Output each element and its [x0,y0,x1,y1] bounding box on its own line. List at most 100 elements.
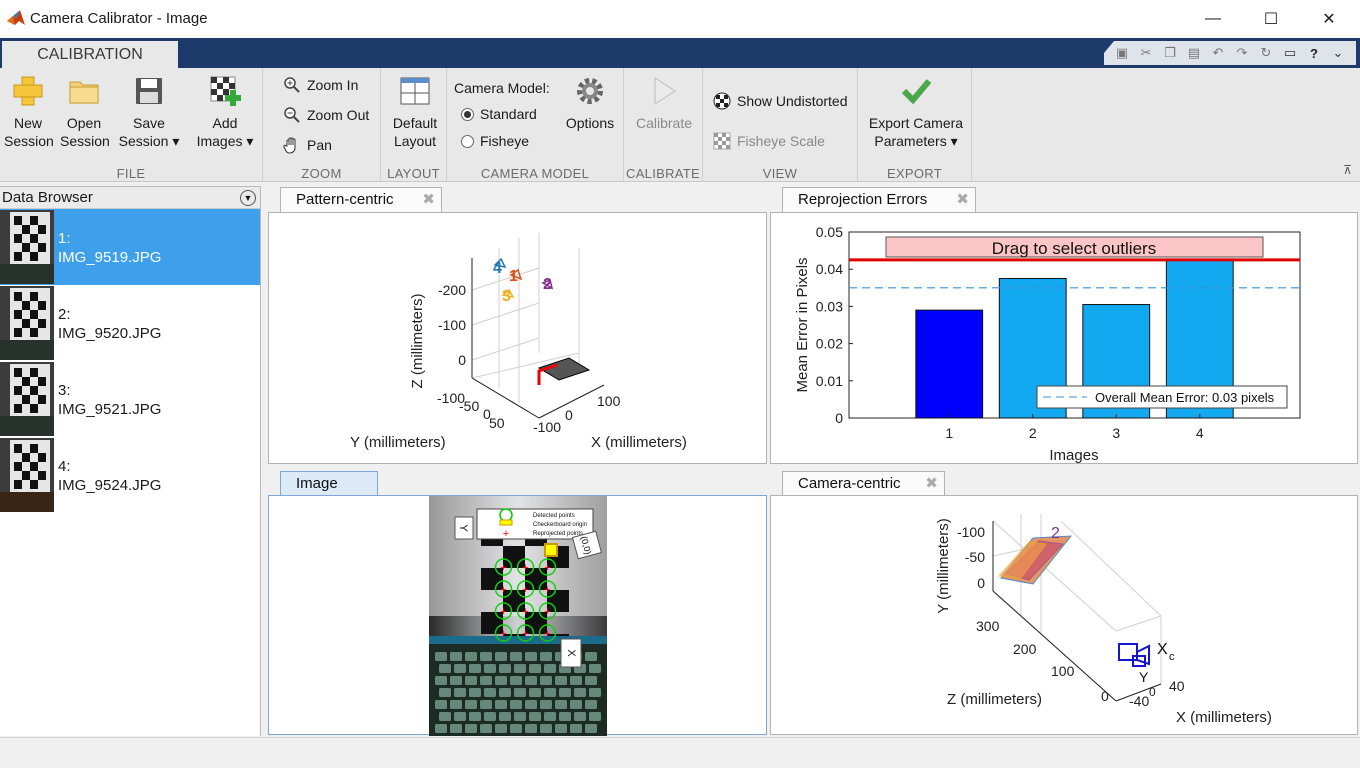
keyboard-key [585,724,597,733]
x-tick-label: 3 [1112,425,1120,441]
image-list-item[interactable]: 2: IMG_9520.JPG [0,285,260,361]
legend-origin: Checkerboard origin [533,522,587,528]
z-axis-label: Z (millimeters) [947,691,1042,708]
undo-icon[interactable]: ↶ [1206,41,1230,65]
keyboard-key [439,712,451,721]
show-undistorted-button[interactable]: Show Undistorted [713,92,848,110]
keyboard-key [514,664,526,673]
keyboard-key [435,724,447,733]
keyboard-key [435,700,447,709]
camera-frustum [1118,643,1150,667]
file-section: New Session Open Session Save Session ▾ [0,68,263,182]
redo-icon[interactable]: ↷ [1230,41,1254,65]
zoom-out-button[interactable]: Zoom Out [283,106,369,124]
fisheye-scale-button[interactable]: Fisheye Scale [713,132,825,150]
image-list-item[interactable]: 4: IMG_9524.JPG [0,437,260,513]
new-session-button[interactable]: New Session [4,74,54,150]
window-layout-icon[interactable]: ▭ [1278,41,1302,65]
image-filename: IMG_9521.JPG [58,401,162,418]
calibrate-button[interactable]: Calibrate [632,74,696,132]
reprojected-point-marker: + [500,562,506,574]
x-axis-label: Images [1049,447,1098,464]
checkmark-icon [901,79,932,105]
quick-access-toolbar: ▣ ✂ ❐ ▤ ↶ ↷ ↻ ▭ ? ⌄ [1104,41,1356,65]
reprojected-legend-marker: + [503,528,509,540]
options-button[interactable]: Options [561,74,619,132]
tab-camera-centric[interactable]: Camera-centric ✖ [782,471,945,497]
keyboard-key [585,700,597,709]
keyboard-key [559,688,571,697]
reprojected-point-marker: + [522,628,528,640]
image-list-item[interactable]: 1: IMG_9519.JPG [0,209,260,285]
keyboard-key [435,652,447,661]
copy-icon[interactable]: ❐ [1158,41,1182,65]
keyboard-key [525,724,537,733]
cut-icon[interactable]: ✂ [1134,41,1158,65]
maximize-button[interactable]: ☐ [1242,0,1300,38]
chevron-down-icon[interactable]: ▼ [240,190,256,206]
data-browser: Data Browser ▼ 1: IMG_9519.JPG 2: IMG_95… [0,186,261,736]
paste-icon[interactable]: ▤ [1182,41,1206,65]
save-icon[interactable]: ▣ [1110,41,1134,65]
keyboard-key [465,700,477,709]
close-tab-icon[interactable]: ✖ [422,188,435,212]
pattern-centric-plot[interactable]: -200 -100 0 -100 -50 0 50 100 0 -100 Z (… [269,213,768,465]
keyboard-key [465,652,477,661]
tab-calibration[interactable]: CALIBRATION [2,41,178,69]
keyboard-key [510,652,522,661]
refresh-icon[interactable]: ↻ [1254,41,1278,65]
keyboard-key [454,688,466,697]
view-section: Show Undistorted Fisheye Scale VIEW [703,68,858,182]
add-images-button[interactable]: Add Images ▾ [192,74,258,150]
collapse-ribbon-icon[interactable]: ⊼ [1343,163,1352,177]
standard-radio[interactable]: Standard [461,106,537,122]
checkerboard-origin-marker [544,543,558,557]
image-list-item[interactable]: 3: IMG_9521.JPG [0,361,260,437]
image-index: 3: [58,382,71,399]
z-tick: -100 [438,317,466,333]
image-index: 2: [58,306,71,323]
tab-pattern-centric[interactable]: Pattern-centric ✖ [280,187,442,213]
keyboard-key [480,676,492,685]
default-layout-button[interactable]: Default Layout [389,74,441,150]
chevron-down-icon[interactable]: ⌄ [1326,41,1350,65]
calibration-image-view[interactable]: + + + + + + + + + + + + + Detected points Checkerbo… [269,496,768,736]
close-tab-icon[interactable]: ✖ [956,188,969,212]
keyboard-key [495,700,507,709]
save-session-button[interactable]: Save Session ▾ [116,74,182,150]
pan-button[interactable]: Pan [283,136,332,154]
reprojected-point-marker: + [544,606,550,618]
keyboard-key [499,664,511,673]
tab-reprojection-errors[interactable]: Reprojection Errors ✖ [782,187,976,213]
fisheye-radio[interactable]: Fisheye [461,133,529,149]
reprojection-errors-chart[interactable]: 0 0.01 0.02 0.03 0.04 0.05 1 2 3 4 Drag to selec… [771,213,1359,465]
bar-image-1[interactable] [915,309,984,419]
tab-image[interactable]: Image [280,471,378,497]
y-tick-label: 0 [835,410,843,426]
play-icon [654,77,676,105]
keyboard-key [499,688,511,697]
zoom-in-button[interactable]: Zoom In [283,76,358,94]
minimize-button[interactable]: — [1184,0,1242,38]
keyboard-key [480,652,492,661]
keyboard-key [529,712,541,721]
help-icon[interactable]: ? [1302,41,1326,65]
keyboard-key [435,676,447,685]
dropdown-arrow-icon: ▾ [950,133,958,149]
image-thumbnail [0,438,54,512]
keyboard-key [450,676,462,685]
camera-centric-plot[interactable]: 2 X c Y -100 -50 0 300 200 100 0 -40 0 4… [771,496,1359,736]
keyboard-key [469,688,481,697]
x-axis-label: X (millimeters) [591,434,687,451]
keyboard-key [540,700,552,709]
keyboard-key [585,652,597,661]
x-tick: 0 [565,407,573,423]
open-session-button[interactable]: Open Session [60,74,110,150]
keyboard-key [589,688,601,697]
ribbon-tabstrip: CALIBRATION ▣ ✂ ❐ ▤ ↶ ↷ ↻ ▭ ? ⌄ [0,38,1360,69]
close-button[interactable]: ✕ [1300,0,1358,38]
close-tab-icon[interactable]: ✖ [925,472,938,496]
x-tick-label: 4 [1196,425,1204,441]
camera-model-section: Camera Model: Standard Fisheye Options C… [447,68,624,182]
export-camera-parameters-button[interactable]: Export Camera Parameters ▾ [862,74,970,150]
